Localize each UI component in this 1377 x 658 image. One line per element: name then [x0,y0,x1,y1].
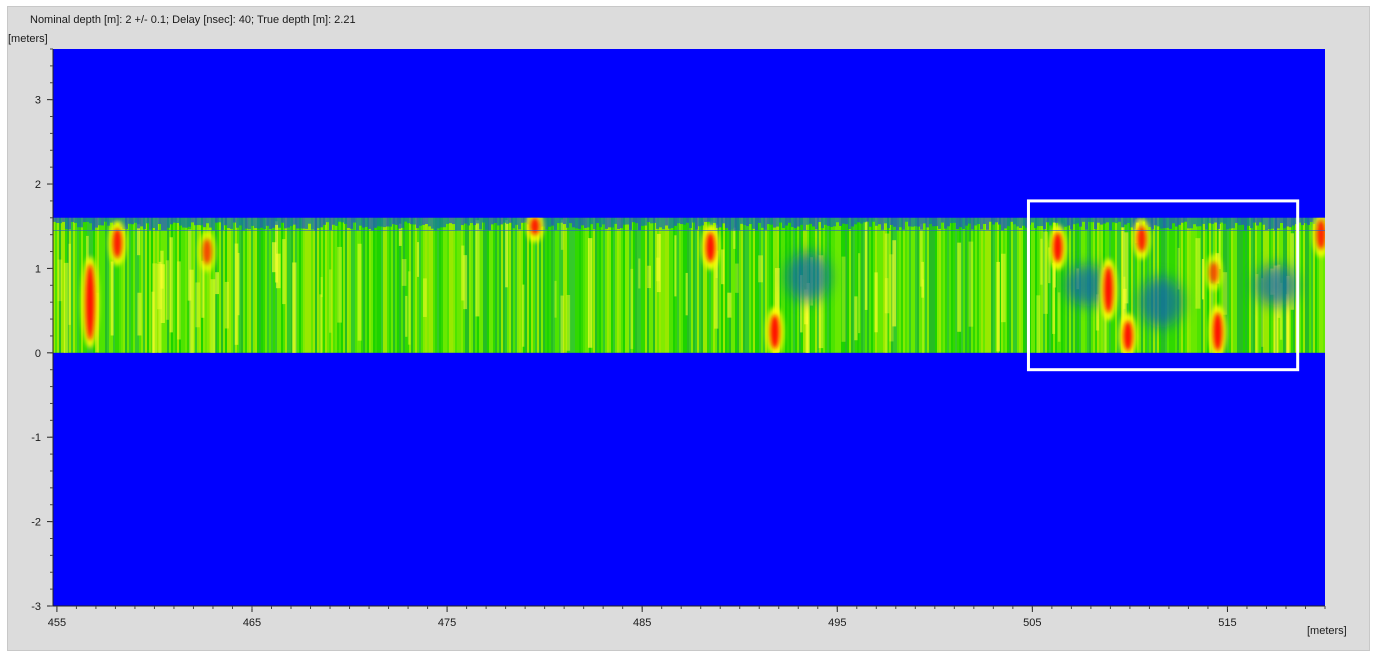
hotspot [1316,219,1325,250]
hotspot [1103,266,1113,313]
hotspot [1209,262,1219,284]
x-tick-label: 485 [633,617,651,629]
hotspot [1123,321,1133,351]
x-tick-label: 465 [243,617,261,629]
x-tick-label: 495 [828,617,846,629]
cool-region [786,251,831,303]
hotspot [1053,232,1063,263]
hotspot [202,238,212,265]
y-tick-label: 0 [35,348,41,360]
y-tick-label: 1 [35,263,41,275]
y-tick-label: -2 [31,517,41,529]
hotspot [770,314,780,349]
x-tick-label: 475 [438,617,456,629]
y-tick-label: 3 [35,95,41,107]
x-tick-label: 515 [1218,617,1236,629]
cool-region [1139,276,1184,328]
hotspot [530,217,540,235]
y-tick-label: 2 [35,179,41,191]
y-tick-label: -1 [31,432,41,444]
y-tick-label: -3 [31,601,41,613]
hotspot [112,228,122,258]
radargram-chart: 3 2 1 0 -1 -2 -3 455 465 475 485 495 505 515 [31,48,1326,629]
hotspot [85,264,95,341]
hotspot [705,232,715,263]
hotspot [1213,312,1223,351]
x-tick-label: 505 [1023,617,1041,629]
cool-region [1254,264,1299,307]
x-tick-label: 455 [48,617,66,629]
